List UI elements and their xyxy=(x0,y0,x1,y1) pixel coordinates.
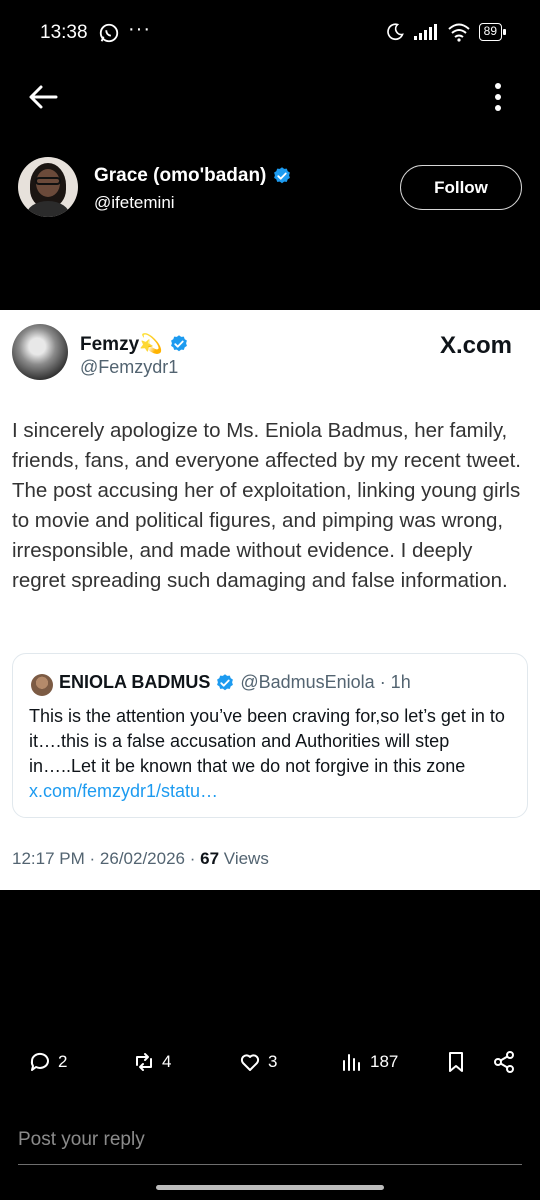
like-button[interactable]: 3 xyxy=(238,1050,277,1074)
quote-link: x.com/femzydr1/statu… xyxy=(29,781,219,801)
meta-separator: · xyxy=(189,849,196,868)
action-bar: 2 4 3 187 xyxy=(0,1050,540,1090)
card-author-name: Femzy💫 xyxy=(80,334,163,355)
quoted-tweet: ENIOLA BADMUS @BadmusEniola · 1h This is… xyxy=(12,653,528,818)
card-tweet-text: I sincerely apologize to Ms. Eniola Badm… xyxy=(12,419,521,592)
views-label: Views xyxy=(223,849,269,868)
share-button[interactable] xyxy=(492,1050,516,1074)
heart-icon xyxy=(240,1054,260,1071)
reply-button[interactable]: 2 xyxy=(28,1050,67,1074)
reply-count: 2 xyxy=(58,1052,68,1071)
status-time: 13:38 xyxy=(40,22,88,43)
quote-body: This is the attention you’ve been cravin… xyxy=(29,706,505,776)
card-author-handle: @Femzydr1 xyxy=(80,357,179,377)
bookmark-icon xyxy=(449,1052,463,1072)
card-author-name-row: Femzy💫 xyxy=(80,332,189,356)
meta-separator: · xyxy=(89,849,96,868)
verified-badge-icon xyxy=(170,335,187,352)
avatar[interactable] xyxy=(18,157,78,217)
repost-icon xyxy=(136,1053,152,1071)
author-name: Grace (omo'badan) xyxy=(94,165,267,186)
reply-icon xyxy=(30,1052,49,1071)
home-indicator[interactable] xyxy=(156,1185,384,1190)
brand-logo: X.com xyxy=(439,332,512,359)
author-name-row[interactable]: Grace (omo'badan) xyxy=(94,165,292,187)
verified-badge-icon xyxy=(217,673,234,690)
bookmark-button[interactable] xyxy=(444,1050,468,1074)
tweet-date: 26/02/2026 xyxy=(99,849,185,868)
quote-author-handle: @BadmusEniola xyxy=(240,672,375,692)
notification-overflow: ··· xyxy=(128,18,151,40)
quote-header: ENIOLA BADMUS @BadmusEniola · 1h xyxy=(59,672,411,693)
repost-button[interactable]: 4 xyxy=(132,1050,171,1074)
views-count-action: 187 xyxy=(370,1052,399,1071)
wifi-icon xyxy=(447,23,470,42)
verified-badge-icon xyxy=(274,167,291,184)
author-handle[interactable]: @ifetemini xyxy=(94,193,175,213)
share-icon xyxy=(494,1051,514,1073)
quote-avatar xyxy=(31,674,53,696)
reply-input[interactable]: Post your reply xyxy=(18,1123,522,1165)
quote-time: · 1h xyxy=(379,672,411,692)
status-bar: 13:38 ··· 89 xyxy=(0,0,540,66)
repost-count: 4 xyxy=(162,1052,172,1071)
analytics-icon xyxy=(343,1054,360,1071)
reply-placeholder: Post your reply xyxy=(18,1129,145,1150)
more-vertical-icon[interactable] xyxy=(488,80,508,114)
views-count: 67 xyxy=(200,849,220,868)
post-author: Grace (omo'badan) @ifetemini Follow xyxy=(18,157,522,219)
views-button[interactable]: 187 xyxy=(340,1050,398,1074)
whatsapp-icon xyxy=(99,23,119,43)
tweet-image[interactable]: Femzy💫 @Femzydr1 X.com I sincerely apolo… xyxy=(0,310,540,890)
tweet-meta: 12:17 PM · 26/02/2026 · 67 Views xyxy=(12,849,269,869)
card-author-avatar xyxy=(12,324,68,380)
tweet-time: 12:17 PM xyxy=(12,849,85,868)
signal-icon xyxy=(413,24,437,40)
back-arrow-icon[interactable] xyxy=(26,80,60,114)
battery-icon: 89 xyxy=(478,23,507,41)
quote-text: This is the attention you’ve been cravin… xyxy=(29,704,519,804)
status-icons: 89 xyxy=(385,22,507,42)
follow-button[interactable]: Follow xyxy=(400,165,522,210)
like-count: 3 xyxy=(268,1052,278,1071)
moon-icon xyxy=(386,23,404,41)
quote-author-name: ENIOLA BADMUS xyxy=(59,672,211,692)
